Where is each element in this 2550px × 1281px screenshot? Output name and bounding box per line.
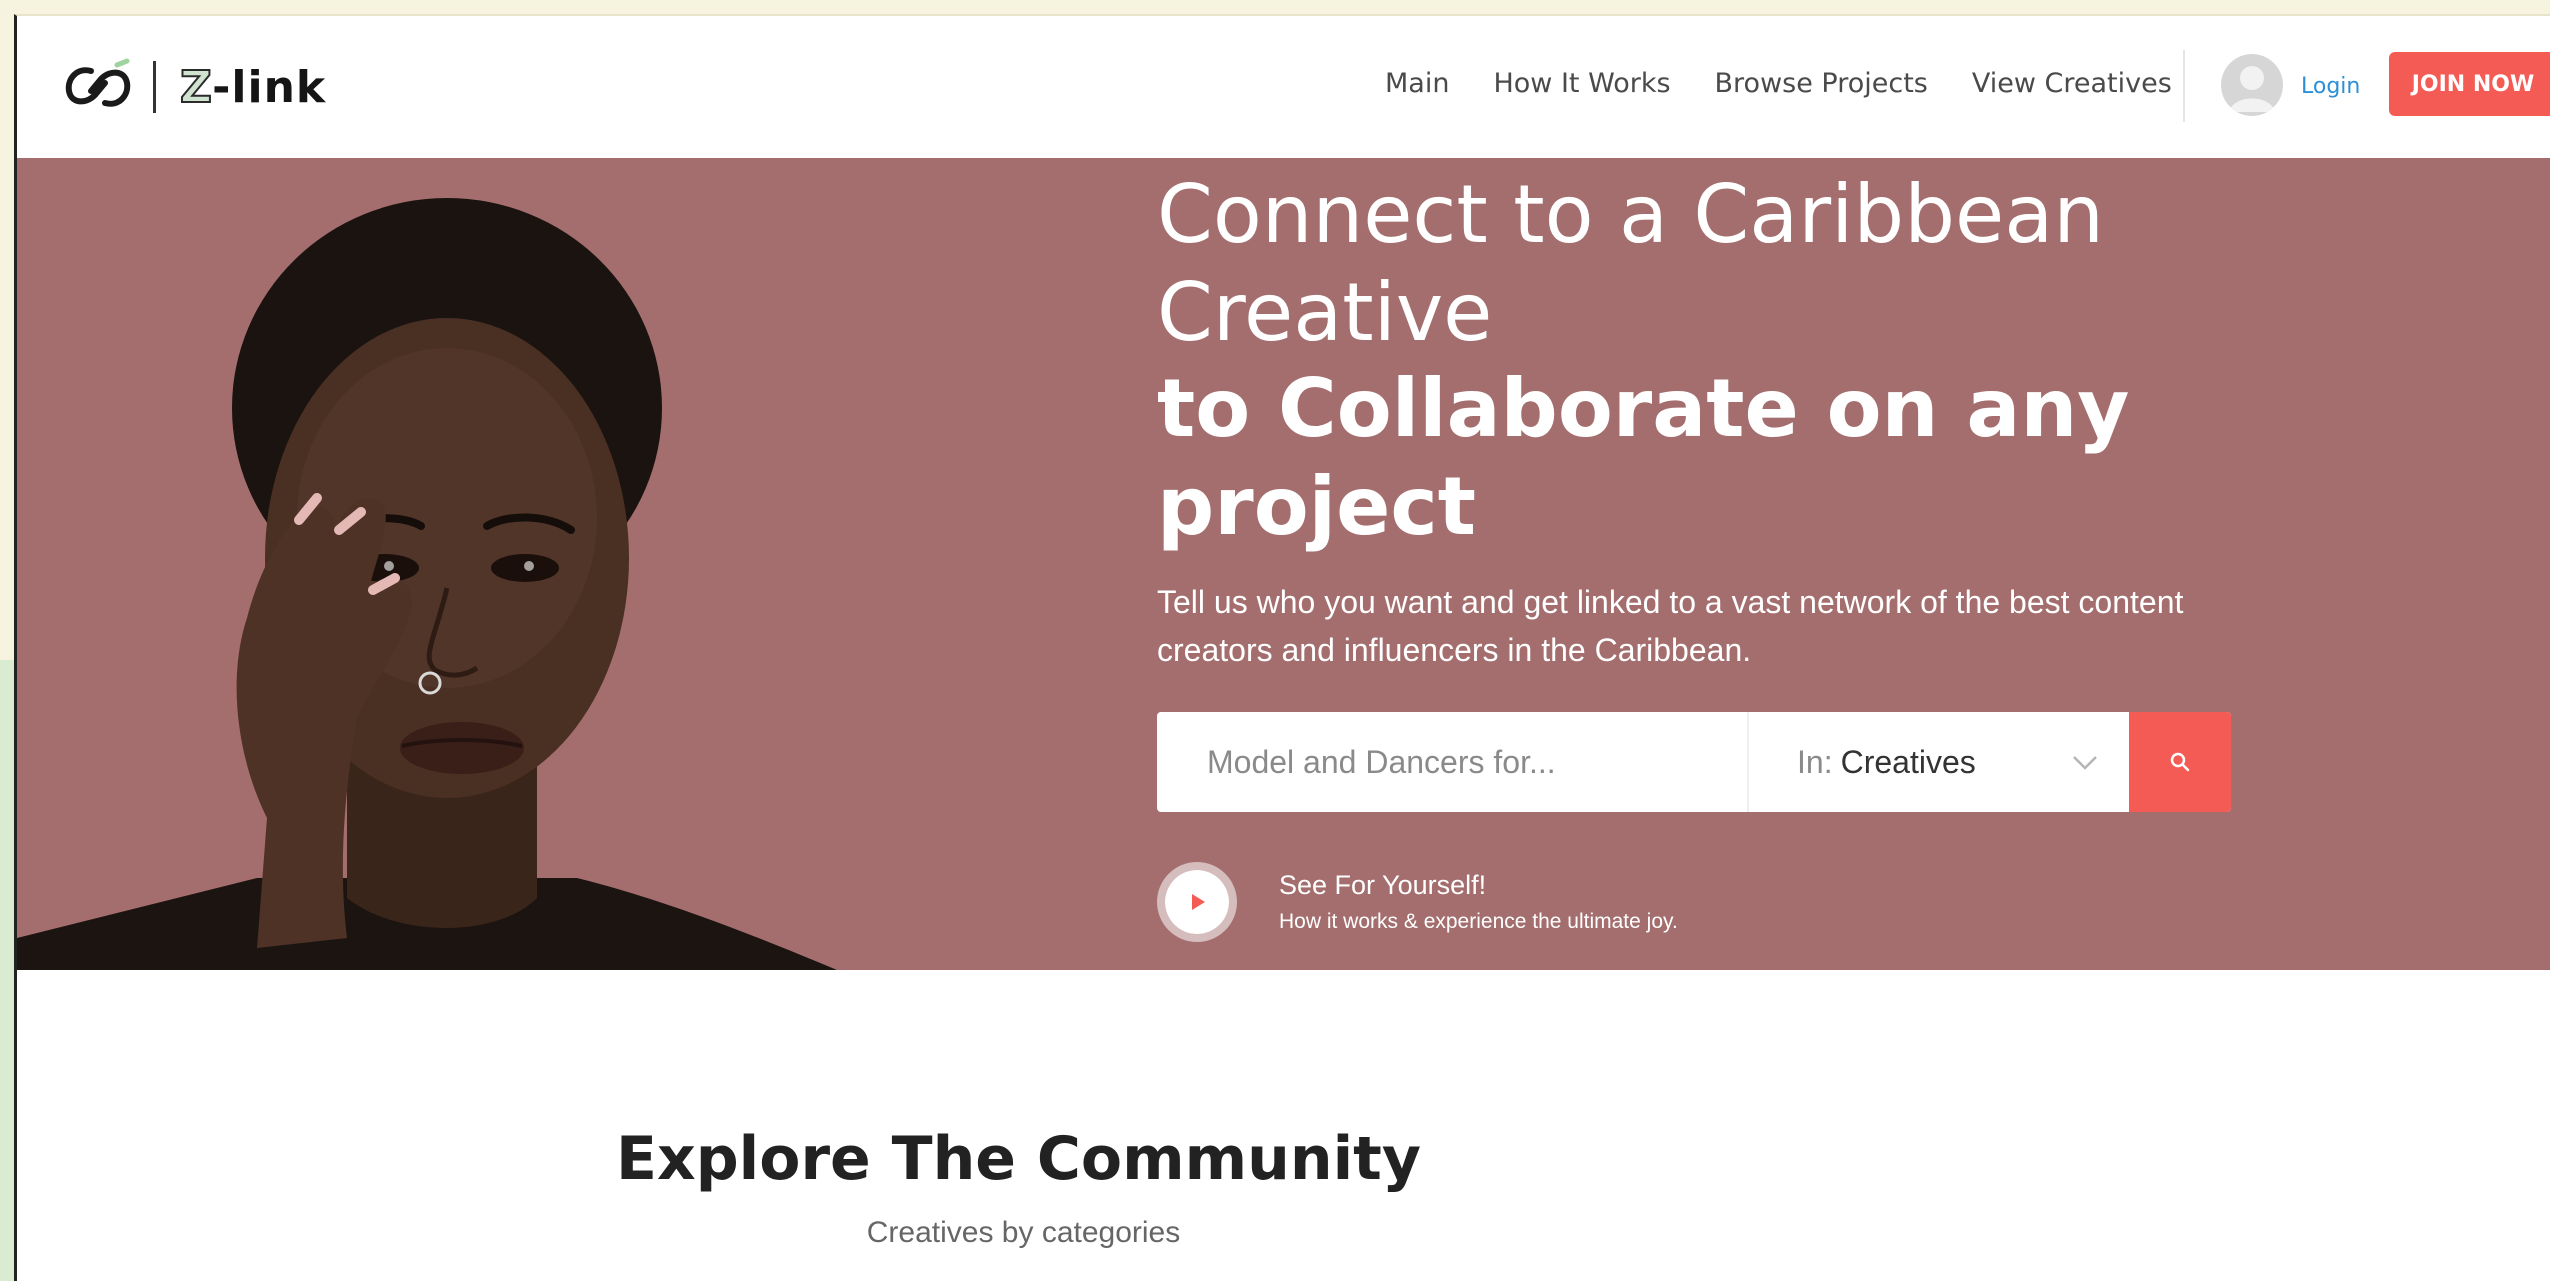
- video-subtitle: How it works & experience the ultimate j…: [1279, 910, 1678, 933]
- hero-subtitle-line2: creators and influencers in the Caribbea…: [1157, 632, 1752, 668]
- hero-title-bold: to Collaborate on any project: [1157, 360, 2457, 556]
- hero-title-light: Connect to a Caribbean Creative: [1157, 166, 2457, 362]
- logo-wordmark-rest: -link: [212, 61, 327, 113]
- logo-separator: [153, 61, 156, 113]
- explore-section-subtitle: Creatives by categories: [17, 1216, 2550, 1250]
- nav-item-main[interactable]: Main: [1385, 68, 1449, 99]
- search-icon: [2170, 752, 2190, 772]
- nav-divider: [2183, 50, 2185, 122]
- play-icon: [1192, 894, 1205, 910]
- link-logo-icon: [65, 58, 131, 107]
- explore-subtitle-text: Creatives by categories: [866, 1216, 1181, 1249]
- category-prefix: In:: [1797, 743, 1833, 780]
- hero-title-bold-line1: to Collaborate on any: [1157, 362, 2130, 455]
- video-play-button[interactable]: [1157, 862, 1237, 942]
- hero-subtitle-line1: Tell us who you want and get linked to a…: [1157, 584, 2184, 620]
- browser-page: Z-link Main How It Works Browse Projects…: [14, 14, 2550, 1281]
- main-nav: Main How It Works Browse Projects View C…: [1385, 68, 2216, 99]
- login-link[interactable]: Login: [2301, 74, 2360, 99]
- nav-item-how-it-works[interactable]: How It Works: [1493, 68, 1670, 99]
- search-input[interactable]: [1157, 712, 1747, 812]
- join-now-button[interactable]: JOIN NOW: [2389, 52, 2550, 116]
- site-header: Z-link Main How It Works Browse Projects…: [17, 16, 2550, 158]
- hero-search-bar: In: Creatives: [1157, 712, 2231, 812]
- search-button[interactable]: [2129, 712, 2231, 812]
- logo-wordmark: Z-link: [179, 61, 327, 114]
- category-select[interactable]: In: Creatives: [1749, 712, 2129, 812]
- nav-item-browse-projects[interactable]: Browse Projects: [1715, 68, 1928, 99]
- category-value: Creatives: [1840, 743, 1976, 780]
- hero-title-bold-line2: project: [1157, 460, 1477, 553]
- video-title: See For Yourself!: [1279, 870, 1487, 900]
- explore-section-title: Explore The Community: [17, 1124, 2550, 1194]
- chevron-down-icon: [2073, 756, 2097, 770]
- hero-title-line1: Connect to a Caribbean: [1157, 168, 2104, 261]
- nav-item-view-creatives[interactable]: View Creatives: [1972, 68, 2172, 99]
- hero-subtitle: Tell us who you want and get linked to a…: [1157, 578, 2317, 674]
- hero-title-line2: Creative: [1157, 266, 1493, 359]
- hero-section: Connect to a Caribbean Creative to Colla…: [17, 158, 2550, 970]
- user-avatar-icon[interactable]: [2221, 54, 2283, 116]
- hero-portrait-image: [17, 198, 837, 970]
- logo-wordmark-z: Z: [179, 61, 213, 114]
- site-logo[interactable]: Z-link: [61, 56, 326, 118]
- explore-title-text: Explore The Community: [616, 1124, 1421, 1194]
